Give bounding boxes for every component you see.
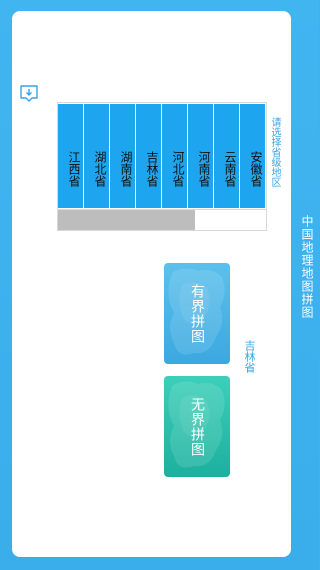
- app-screen: 中国地理地图拼图 请选择省级地区 安徽省 云南省 河南省 河北省 吉林省 湖南省…: [0, 0, 319, 570]
- province-item-jiangxi[interactable]: 江西省: [58, 104, 83, 208]
- province-item-hubei[interactable]: 湖北省: [84, 104, 109, 208]
- province-item-jilin[interactable]: 吉林省: [136, 104, 161, 208]
- province-scrollbar-thumb[interactable]: [58, 210, 196, 230]
- app-title: 中国地理地图拼图: [300, 215, 314, 319]
- selected-province-label: 吉林省: [243, 340, 256, 373]
- province-item-anhui[interactable]: 安徽省: [240, 104, 265, 208]
- bounded-puzzle-label: 有界拼图: [189, 283, 205, 344]
- province-item-yunnan[interactable]: 云南省: [214, 104, 239, 208]
- province-item-hebei[interactable]: 河北省: [162, 104, 187, 208]
- province-item-henan[interactable]: 河南省: [188, 104, 213, 208]
- bounded-puzzle-button[interactable]: 有界拼图: [164, 263, 230, 364]
- province-list: 安徽省 云南省 河南省 河北省 吉林省 湖南省 湖北省 江西省: [58, 104, 265, 208]
- share-icon[interactable]: [18, 82, 40, 104]
- boundless-puzzle-button[interactable]: 无界拼图: [164, 376, 230, 477]
- province-item-hunan[interactable]: 湖南省: [110, 104, 135, 208]
- province-list-panel[interactable]: 安徽省 云南省 河南省 河北省 吉林省 湖南省 湖北省 江西省: [57, 102, 267, 231]
- boundless-puzzle-label: 无界拼图: [189, 396, 205, 457]
- region-hint: 请选择省级地区: [269, 117, 280, 187]
- province-scrollbar[interactable]: [58, 209, 266, 230]
- content-card: [12, 11, 291, 557]
